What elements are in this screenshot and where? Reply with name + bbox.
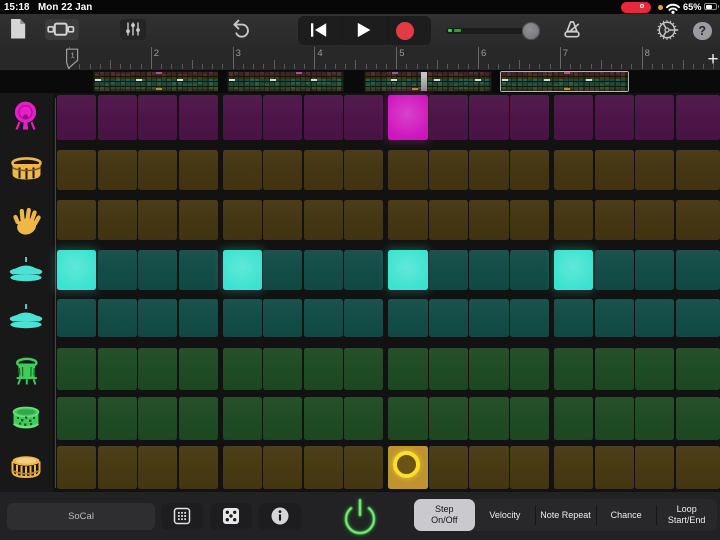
svg-text:1: 1 [70, 50, 74, 59]
